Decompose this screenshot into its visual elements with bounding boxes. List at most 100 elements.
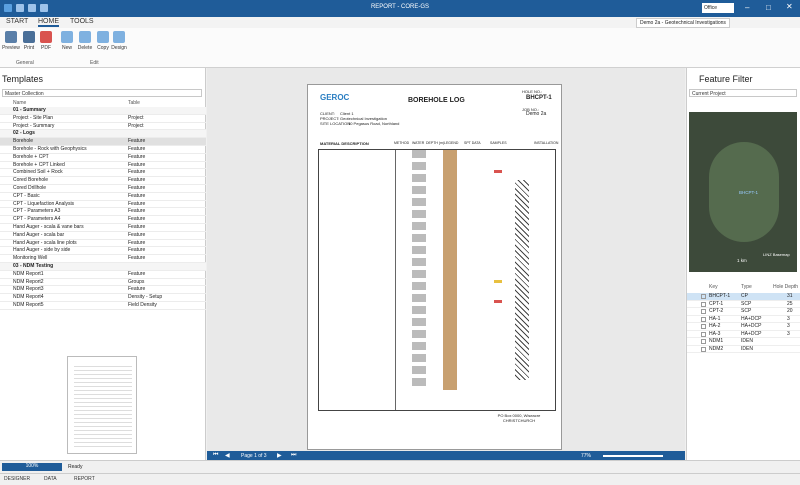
col-type[interactable]: Type bbox=[741, 284, 752, 290]
feature-key: CPT-1 bbox=[709, 300, 724, 307]
tab-start[interactable]: START bbox=[6, 18, 28, 25]
feature-row[interactable]: BHCPT-1 CP 31 bbox=[687, 293, 800, 301]
close-button[interactable]: ✕ bbox=[786, 2, 793, 11]
design-icon bbox=[113, 31, 125, 43]
template-row[interactable]: Borehole Feature bbox=[0, 138, 206, 146]
status-bar: 100% Ready bbox=[0, 460, 800, 473]
template-row[interactable]: NDM Report1 Feature bbox=[0, 271, 206, 279]
feature-key: HA-1 bbox=[709, 315, 721, 322]
template-group[interactable]: 02 - Logs bbox=[0, 130, 206, 139]
template-name: Project - Summary bbox=[13, 122, 55, 129]
tab-designer[interactable]: DESIGNER bbox=[4, 476, 30, 482]
template-table: Feature bbox=[128, 138, 146, 145]
redo-icon[interactable] bbox=[40, 4, 48, 12]
template-row[interactable]: Borehole - Rock with Geophysics Feature bbox=[0, 146, 206, 154]
template-row[interactable]: Project - Site Plan Project bbox=[0, 115, 206, 123]
template-row[interactable]: Project - Summary Project bbox=[0, 123, 206, 131]
column-name-header[interactable]: Name bbox=[13, 100, 26, 106]
feature-checkbox[interactable] bbox=[701, 309, 706, 314]
feature-row[interactable]: CPT-1 SCP 25 bbox=[687, 300, 800, 308]
template-row[interactable]: NDM Report4 Density - Setup bbox=[0, 294, 206, 302]
template-name: Borehole bbox=[13, 138, 34, 145]
template-group[interactable]: 01 - Summary bbox=[0, 107, 206, 115]
template-row[interactable]: Hand Auger - side by side Feature bbox=[0, 247, 206, 256]
zoom-level: 77% bbox=[581, 453, 592, 459]
template-row[interactable]: NDM Report5 Field Density bbox=[0, 302, 206, 310]
prev-page-button[interactable]: ◀ bbox=[225, 452, 230, 459]
template-name: Cored Borehole bbox=[13, 177, 49, 184]
feature-row[interactable]: HA-1 HA+DCP 3 bbox=[687, 315, 800, 323]
print-icon bbox=[23, 31, 35, 43]
feature-checkbox[interactable] bbox=[701, 324, 706, 329]
col-key[interactable]: Key bbox=[709, 284, 718, 290]
report-heading: BOREHOLE LOG bbox=[408, 97, 465, 104]
report-logo: GEROC bbox=[320, 93, 350, 102]
tab-tools[interactable]: TOOLS bbox=[70, 18, 94, 25]
last-page-button[interactable]: ⏭ bbox=[291, 452, 296, 459]
feature-checkbox[interactable] bbox=[701, 331, 706, 337]
undo-icon[interactable] bbox=[28, 4, 36, 12]
template-table: Feature bbox=[128, 216, 146, 223]
template-row[interactable]: CPT - Basic Feature bbox=[0, 193, 206, 201]
template-table: Feature bbox=[128, 192, 146, 199]
feature-checkbox[interactable] bbox=[701, 346, 706, 352]
tab-data[interactable]: DATA bbox=[44, 476, 57, 482]
template-row[interactable]: NDM Report3 Feature bbox=[0, 286, 206, 295]
column-table-header[interactable]: Table bbox=[128, 100, 140, 106]
zoom-slider[interactable] bbox=[603, 455, 663, 457]
collection-select[interactable]: Master Collection bbox=[2, 89, 202, 97]
feature-checkbox[interactable] bbox=[701, 316, 706, 322]
feature-checkbox[interactable] bbox=[701, 339, 706, 344]
template-table: Feature bbox=[128, 161, 146, 168]
template-row[interactable]: Cored Borehole Feature bbox=[0, 177, 206, 185]
feature-row[interactable]: NDM1 IDEN bbox=[687, 338, 800, 346]
template-row[interactable]: Hand Auger - scala bar Feature bbox=[0, 232, 206, 240]
maximize-button[interactable]: □ bbox=[766, 3, 771, 12]
feature-checkbox[interactable] bbox=[701, 294, 706, 299]
dataset-select[interactable]: Current Project bbox=[689, 89, 797, 97]
template-row[interactable]: CPT - Liquefaction Analysis Feature bbox=[0, 201, 206, 209]
template-row[interactable]: Hand Auger - scala & vane bars Feature bbox=[0, 224, 206, 232]
feature-row[interactable]: HA-2 HA+DCP 3 bbox=[687, 323, 800, 331]
map-view[interactable]: BHCPT-1 1 km LINZ Basemap bbox=[689, 112, 797, 272]
pdf-button[interactable]: PDF bbox=[35, 31, 57, 51]
feature-row[interactable]: NDM2 IDEN bbox=[687, 346, 800, 353]
template-row[interactable]: Borehole + CPT Linked Feature bbox=[0, 162, 206, 170]
next-page-button[interactable]: ▶ bbox=[277, 452, 282, 459]
tab-home[interactable]: HOME bbox=[38, 18, 59, 27]
template-row[interactable]: NDM Report2 Groups bbox=[0, 279, 206, 287]
save-icon[interactable] bbox=[16, 4, 24, 12]
template-row[interactable]: CPT - Parameters A3 Feature bbox=[0, 208, 206, 217]
col-hole-depth[interactable]: Hole Depth bbox=[773, 284, 798, 290]
template-row[interactable]: Monitoring Well Feature bbox=[0, 255, 206, 263]
template-row[interactable]: Cored Drillhole Feature bbox=[0, 185, 206, 193]
template-row[interactable]: Borehole + CPT Feature bbox=[0, 154, 206, 162]
design-button[interactable]: Design bbox=[108, 31, 130, 51]
status-text: Ready bbox=[68, 464, 83, 470]
report-footer: PO Box 0000, Wiseacre CHRISTCHURCH bbox=[497, 413, 541, 423]
theme-select[interactable]: Office bbox=[702, 3, 734, 13]
feature-checkbox[interactable] bbox=[701, 301, 706, 307]
log-table bbox=[318, 149, 556, 411]
template-group[interactable]: 03 - NDM Testing bbox=[0, 263, 206, 271]
page-indicator: Page 1 of 3 bbox=[241, 453, 267, 459]
project-badge: Demo 2a - Geotechnical Investigations bbox=[636, 18, 730, 28]
template-row[interactable]: Combined Soil + Rock Feature bbox=[0, 169, 206, 178]
first-page-button[interactable]: ⏮ bbox=[213, 452, 218, 459]
template-row[interactable]: CPT - Parameters A4 Feature bbox=[0, 216, 206, 224]
progress-bar: 100% bbox=[2, 463, 62, 471]
minimize-button[interactable]: – bbox=[745, 3, 749, 12]
tab-report[interactable]: REPORT bbox=[74, 476, 95, 482]
template-name: Hand Auger - scala line plots bbox=[13, 239, 77, 246]
report-page: GEROC BOREHOLE LOG HOLE NO.: BHCPT-1 JOB… bbox=[307, 84, 562, 450]
feature-row[interactable]: CPT-2 SCP 20 bbox=[687, 308, 800, 316]
feature-row[interactable]: HA-3 HA+DCP 3 bbox=[687, 331, 800, 338]
window-title: REPORT - CORE-GS bbox=[370, 4, 430, 10]
template-name: Borehole + CPT bbox=[13, 153, 49, 160]
template-table: Feature bbox=[128, 185, 146, 191]
template-table: Groups bbox=[128, 278, 145, 285]
template-row[interactable]: Hand Auger - scala line plots Feature bbox=[0, 240, 206, 248]
template-table: Feature bbox=[128, 177, 146, 184]
template-table: Feature bbox=[128, 169, 146, 176]
template-name: Hand Auger - scala & vane bars bbox=[13, 224, 84, 230]
